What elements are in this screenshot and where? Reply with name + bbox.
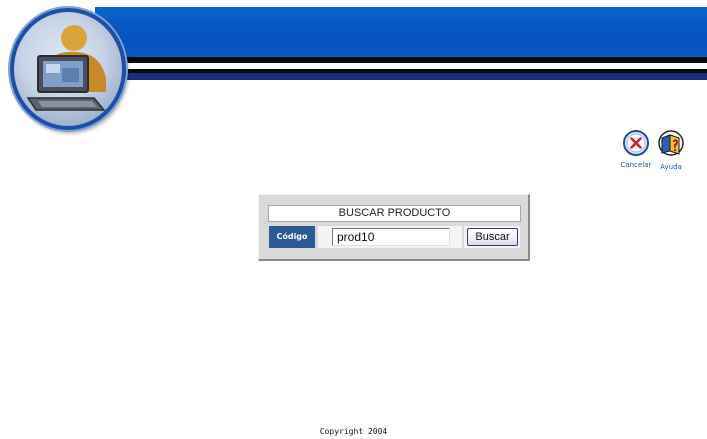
banner-blue-band [95,7,707,57]
cancel-label: Cancelar [620,161,652,169]
copyright-text: Copyright 2004 [319,427,388,436]
code-label: Código [269,226,315,248]
search-button[interactable]: Buscar [467,228,518,246]
panel-title: BUSCAR PRODUCTO [268,205,521,222]
code-input-cell [318,226,462,248]
header-banner [95,7,707,80]
product-code-input[interactable] [332,228,450,246]
cancel-x-icon [623,130,649,156]
page: Cancelar Ayuda BUSCAR PRODUCTO Código Bu… [0,0,707,439]
search-button-cell: Buscar [464,226,520,248]
search-product-panel: BUSCAR PRODUCTO Código Buscar [258,194,530,261]
computer-user-icon [10,8,126,130]
help-label: Ayuda [660,163,682,171]
help-book-icon [658,130,684,156]
banner-navy-stripe [95,73,707,80]
help-button[interactable]: Ayuda [655,129,687,171]
cancel-button[interactable]: Cancelar [617,129,655,169]
